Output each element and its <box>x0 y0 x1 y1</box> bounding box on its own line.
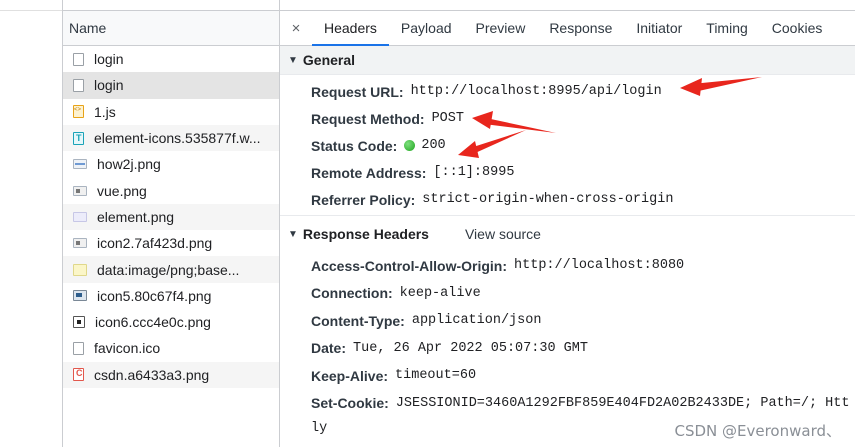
image-icon <box>73 159 87 170</box>
request-name: how2j.png <box>97 156 161 173</box>
image-icon <box>73 263 87 276</box>
request-row-icon5[interactable]: icon5.80c67f4.png <box>63 283 279 309</box>
collapse-triangle-icon: ▼ <box>288 228 298 240</box>
general-title: General <box>302 52 356 68</box>
response-headers-section-header[interactable]: ▼ Response Headers View source <box>280 216 855 252</box>
request-row-element-png[interactable]: element.png <box>63 203 279 231</box>
font-icon <box>73 131 84 145</box>
image-icon <box>73 368 84 382</box>
request-name: icon6.ccc4e0c.png <box>95 314 211 331</box>
image-icon <box>73 290 87 302</box>
request-row-how2j[interactable]: how2j.png <box>63 151 279 177</box>
header-value: [::1]:8995 <box>433 165 515 180</box>
document-icon <box>73 341 84 355</box>
tab-preview[interactable]: Preview <box>464 11 538 45</box>
request-name: element-icons.535877f.w... <box>94 130 261 147</box>
response-headers-title: Response Headers <box>302 226 429 242</box>
header-value: Tue, 26 Apr 2022 05:07:30 GMT <box>353 340 588 356</box>
request-row-1js[interactable]: 1.js <box>63 99 279 125</box>
list-top-bar <box>63 0 279 11</box>
request-name: login <box>94 51 124 68</box>
response-row-acao: Access-Control-Allow-Origin: http://loca… <box>280 252 855 280</box>
request-rows: login login 1.js element-icons.535877f.w… <box>63 46 279 388</box>
general-row-status-code: Status Code: 200 <box>280 132 855 159</box>
image-icon <box>73 211 87 222</box>
request-name: data:image/png;base... <box>97 261 240 278</box>
response-row-keep-alive: Keep-Alive: timeout=60 <box>280 362 855 390</box>
request-name: element.png <box>97 208 175 225</box>
tab-initiator[interactable]: Initiator <box>624 11 694 45</box>
header-key: Set-Cookie: <box>311 395 389 412</box>
document-icon <box>73 52 84 66</box>
tab-headers[interactable]: Headers <box>312 11 389 46</box>
left-gutter <box>0 0 62 447</box>
header-key: Connection: <box>311 285 393 302</box>
request-row-data-image[interactable]: data:image/png;base... <box>63 256 279 283</box>
tab-payload[interactable]: Payload <box>389 11 464 45</box>
image-icon <box>73 316 85 329</box>
request-row-login[interactable]: login <box>63 46 279 72</box>
header-key: Request Method: <box>311 110 425 127</box>
request-name: 1.js <box>94 103 116 120</box>
document-icon <box>73 78 84 92</box>
tab-response[interactable]: Response <box>537 11 624 45</box>
response-row-content-type: Content-Type: application/json <box>280 307 855 335</box>
header-value: timeout=60 <box>395 368 477 384</box>
header-value: POST <box>431 111 464 126</box>
header-key: Status Code: <box>311 137 398 154</box>
request-name: icon5.80c67f4.png <box>97 287 212 304</box>
general-row-referrer-policy: Referrer Policy: strict-origin-when-cros… <box>280 186 855 213</box>
details-tabbar: × Headers Payload Preview Response Initi… <box>280 11 855 46</box>
request-name: icon2.7af423d.png <box>97 235 213 252</box>
header-key: Access-Control-Allow-Origin: <box>311 257 508 274</box>
general-row-remote-address: Remote Address: [::1]:8995 <box>280 159 855 186</box>
view-source-link[interactable]: View source <box>465 226 541 242</box>
gutter-top-bar <box>0 0 62 11</box>
request-name: favicon.ico <box>94 340 161 357</box>
request-row-icon2[interactable]: icon2.7af423d.png <box>63 230 279 256</box>
script-icon <box>73 105 84 119</box>
close-icon[interactable]: × <box>280 11 312 45</box>
request-row-favicon[interactable]: favicon.ico <box>63 335 279 361</box>
header-value: http://localhost:8080 <box>514 258 685 274</box>
request-name: vue.png <box>97 182 147 199</box>
request-row-icon6[interactable]: icon6.ccc4e0c.png <box>63 309 279 335</box>
header-value: http://localhost:8995/api/login <box>410 84 662 99</box>
header-key: Remote Address: <box>311 164 427 181</box>
tab-timing[interactable]: Timing <box>694 11 760 45</box>
header-key: Content-Type: <box>311 312 405 329</box>
general-row-request-method: Request Method: POST <box>280 105 855 132</box>
request-row-login-selected[interactable]: login <box>63 72 279 99</box>
collapse-triangle-icon: ▼ <box>288 54 298 66</box>
header-value: application/json <box>411 313 542 329</box>
image-icon <box>73 238 87 249</box>
request-row-csdn[interactable]: csdn.a6433a3.png <box>63 361 279 388</box>
header-key: Keep-Alive: <box>311 367 389 384</box>
header-value: strict-origin-when-cross-origin <box>422 192 674 207</box>
header-value: JSESSIONID=3460A1292FBF859E404FD2A02B243… <box>395 395 850 411</box>
image-icon <box>73 185 87 196</box>
request-row-vue[interactable]: vue.png <box>63 177 279 203</box>
watermark: CSDN @Everonward、 <box>674 422 841 440</box>
response-row-set-cookie: Set-Cookie: JSESSIONID=3460A1292FBF859E4… <box>280 390 855 418</box>
header-value: 200 <box>421 138 446 153</box>
header-key: Date: <box>311 340 347 357</box>
header-key: Request URL: <box>311 83 404 100</box>
header-value: keep-alive <box>399 285 481 301</box>
request-name: login <box>94 77 124 94</box>
header-key: Referrer Policy: <box>311 191 416 208</box>
name-column-header[interactable]: Name <box>63 11 279 46</box>
tab-cookies[interactable]: Cookies <box>760 11 835 45</box>
request-details-panel: × Headers Payload Preview Response Initi… <box>280 0 855 447</box>
request-name: csdn.a6433a3.png <box>94 366 210 383</box>
request-row-element-icons[interactable]: element-icons.535877f.w... <box>63 124 279 152</box>
response-row-connection: Connection: keep-alive <box>280 280 855 308</box>
general-section-header[interactable]: ▼ General <box>280 46 855 75</box>
status-ok-icon <box>404 140 416 151</box>
response-row-date: Date: Tue, 26 Apr 2022 05:07:30 GMT <box>280 335 855 363</box>
details-top-bar <box>280 0 855 11</box>
network-request-list: Name login login 1.js element-icons.5358… <box>62 0 280 447</box>
general-row-request-url: Request URL: http://localhost:8995/api/l… <box>280 78 855 105</box>
